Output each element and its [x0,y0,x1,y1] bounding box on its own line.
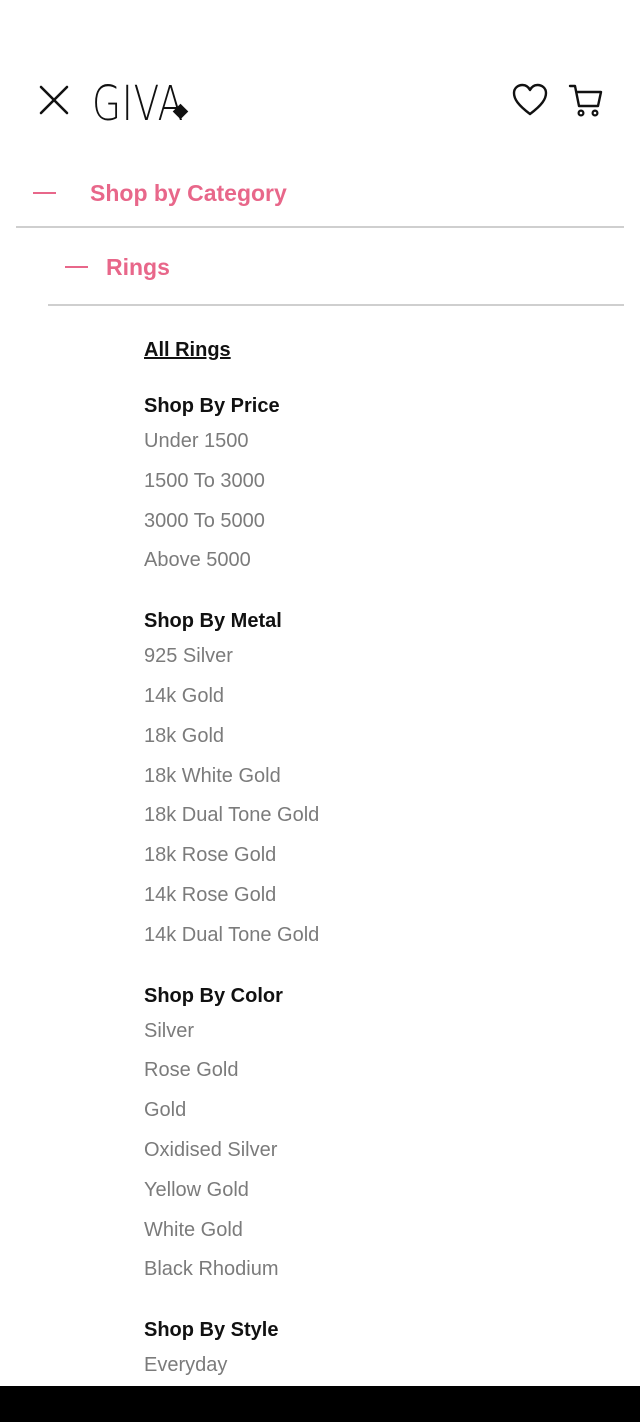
menu-item[interactable]: 3000 To 5000 [144,502,624,542]
menu-item[interactable]: 925 Silver [144,637,624,677]
menu-item[interactable]: Black Rhodium [144,1250,624,1290]
menu-item[interactable]: 18k Dual Tone Gold [144,796,624,836]
system-navigation-bar [0,1386,640,1422]
all-rings-link[interactable]: All Rings [144,334,624,366]
menu-item[interactable]: Gold [144,1091,624,1131]
menu-item[interactable]: Silver [144,1012,624,1052]
menu-item[interactable]: 14k Gold [144,677,624,717]
menu-item[interactable]: 18k Rose Gold [144,836,624,876]
menu-item[interactable]: Above 5000 [144,541,624,581]
wishlist-button[interactable] [510,80,550,120]
collapse-dash-icon [65,266,88,268]
group-title: Shop By Price [144,395,280,417]
shop-by-metal-group: Shop By Metal 925 Silver 14k Gold 18k Go… [144,605,624,955]
shop-by-price-group: Shop By Price Under 1500 1500 To 3000 30… [144,390,624,581]
shop-by-color-group: Shop By Color Silver Rose Gold Gold Oxid… [144,980,624,1291]
shop-by-category-toggle[interactable]: Shop by Category [16,160,624,228]
menu-item[interactable]: 14k Rose Gold [144,876,624,916]
rings-toggle[interactable]: Rings [48,230,624,306]
shop-by-style-group: Shop By Style Everyday [144,1314,624,1386]
logo-text: GIVA [92,76,185,132]
menu-item[interactable]: Everyday [144,1346,624,1386]
close-menu-button[interactable] [34,80,74,120]
group-title: Shop By Metal [144,610,282,633]
menu-item[interactable]: 1500 To 3000 [144,462,624,502]
cart-button[interactable] [566,80,606,120]
collapse-dash-icon [33,192,56,194]
group-title: Shop By Color [144,984,283,1007]
category-label: Shop by Category [90,179,287,206]
menu-item[interactable]: 14k Dual Tone Gold [144,916,624,956]
menu-item[interactable]: Rose Gold [144,1051,624,1091]
menu-item[interactable]: Under 1500 [144,422,624,462]
menu-item[interactable]: Oxidised Silver [144,1131,624,1171]
menu-item[interactable]: White Gold [144,1211,624,1251]
close-icon [39,85,69,115]
menu-item[interactable]: Yellow Gold [144,1171,624,1211]
rings-submenu: All Rings Shop By Price Under 1500 1500 … [144,334,624,1386]
header: GIVA [0,0,640,150]
cart-icon [568,84,603,117]
giva-logo[interactable]: GIVA [92,72,210,128]
rings-label: Rings [106,253,170,280]
menu-item[interactable]: 18k White Gold [144,757,624,797]
group-title: Shop By Style [144,1319,279,1342]
heart-icon [512,83,548,116]
menu-item[interactable]: 18k Gold [144,717,624,757]
